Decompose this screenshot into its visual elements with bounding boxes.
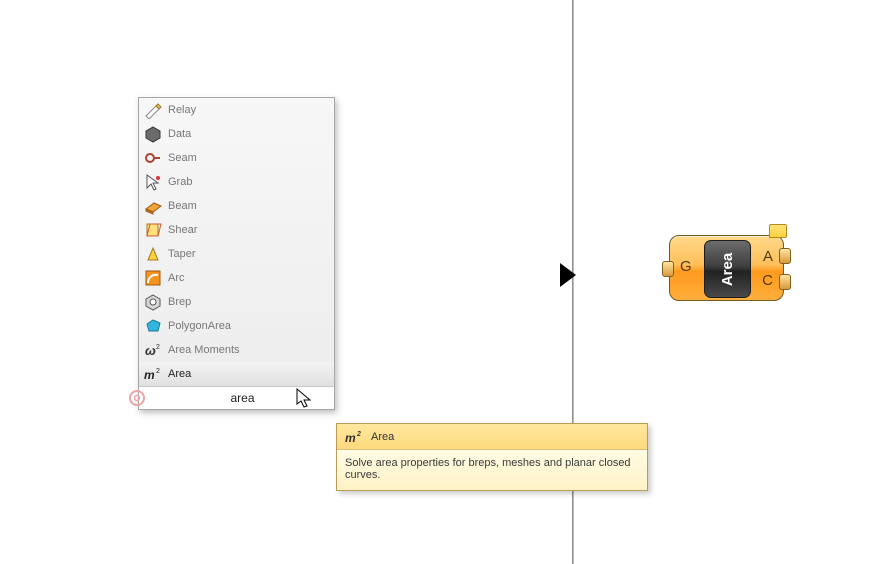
area-component[interactable]: G A C Area [669, 235, 784, 301]
search-result-arc[interactable]: Arc [139, 266, 334, 290]
svg-text:2: 2 [156, 344, 160, 351]
search-result-areamoments[interactable]: ω2 Area Moments [139, 338, 334, 362]
grasshopper-canvas[interactable]: G A C Area Relay Data Seam Grab Beam She… [0, 0, 895, 564]
search-result-data[interactable]: Data [139, 122, 334, 146]
m2-icon: m2 [144, 365, 162, 383]
component-output-grip-icon[interactable] [779, 248, 791, 264]
search-result-seam[interactable]: Seam [139, 146, 334, 170]
search-result-label: Taper [168, 248, 196, 260]
search-result-label: Data [168, 128, 191, 140]
search-result-area[interactable]: m2 Area [139, 362, 334, 386]
component-output-label: C [762, 272, 773, 289]
svg-text:2: 2 [156, 368, 160, 375]
search-result-label: Shear [168, 224, 197, 236]
tooltip-title: Area [371, 431, 394, 443]
pencil-icon [144, 101, 162, 119]
search-result-label: Arc [168, 272, 185, 284]
search-result-brep[interactable]: Brep [139, 290, 334, 314]
search-result-beam[interactable]: Beam [139, 194, 334, 218]
taper-icon [144, 245, 162, 263]
component-output-label: A [763, 248, 773, 265]
beam-icon [144, 197, 162, 215]
svg-text:m: m [345, 431, 356, 445]
search-result-label: Grab [168, 176, 192, 188]
search-result-grab[interactable]: Grab [139, 170, 334, 194]
component-output-grip-icon[interactable] [779, 274, 791, 290]
target-icon [127, 388, 147, 408]
m2-icon: m2 [345, 429, 363, 445]
svg-text:m: m [144, 368, 155, 382]
svg-text:ω: ω [145, 343, 156, 358]
search-result-label: Beam [168, 200, 197, 212]
component-warning-flag-icon [769, 224, 787, 238]
component-input-grip-icon[interactable] [662, 261, 674, 277]
search-result-polygonarea[interactable]: PolygonArea [139, 314, 334, 338]
cursor-icon [144, 173, 162, 191]
search-result-label: Area [168, 368, 191, 380]
search-result-shear[interactable]: Shear [139, 218, 334, 242]
brep-icon [144, 293, 162, 311]
search-result-label: PolygonArea [168, 320, 231, 332]
search-result-label: Seam [168, 152, 197, 164]
search-result-taper[interactable]: Taper [139, 242, 334, 266]
tooltip-body: Solve area properties for breps, meshes … [337, 450, 647, 490]
search-result-label: Relay [168, 104, 196, 116]
hex-icon [144, 125, 162, 143]
omega-icon: ω2 [144, 341, 162, 359]
mouse-cursor-icon [296, 388, 314, 410]
component-search-popup: Relay Data Seam Grab Beam Shear Taper A [138, 97, 335, 410]
tooltip: m2 Area Solve area properties for breps,… [336, 423, 648, 491]
arc-icon [144, 269, 162, 287]
component-name-plate: Area [704, 240, 751, 298]
canvas-arrow-icon [558, 261, 580, 289]
component-input-label: G [680, 258, 692, 275]
polygon-icon [144, 317, 162, 335]
search-result-relay[interactable]: Relay [139, 98, 334, 122]
search-result-label: Brep [168, 296, 191, 308]
shear-icon [144, 221, 162, 239]
seam-icon [144, 149, 162, 167]
search-result-label: Area Moments [168, 344, 240, 356]
svg-text:2: 2 [356, 431, 361, 438]
